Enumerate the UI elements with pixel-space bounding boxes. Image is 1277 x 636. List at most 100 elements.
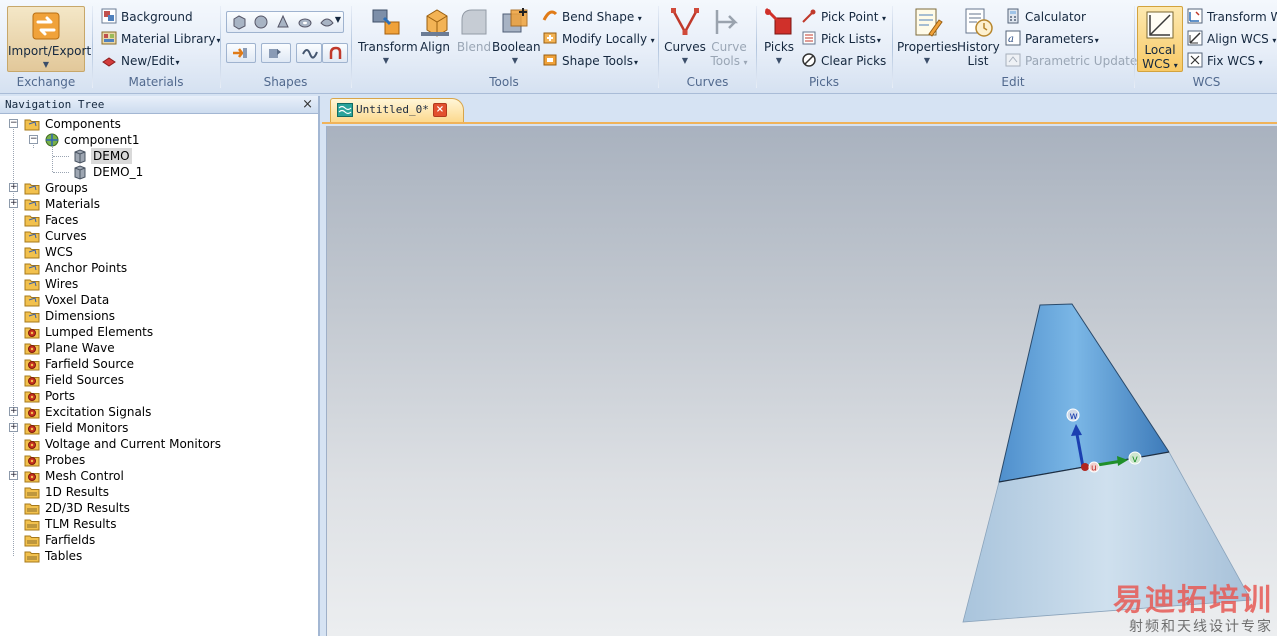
pick-point-button[interactable]: Pick Point ▾ (801, 7, 886, 27)
tree-item[interactable]: Voltage and Current Monitors (0, 436, 316, 452)
divider (92, 6, 93, 88)
tree-item[interactable]: Probes (0, 452, 316, 468)
parametric-update-button[interactable]: Parametric Update (1005, 51, 1137, 71)
close-tab-icon[interactable]: × (433, 103, 447, 117)
picks-button[interactable]: Picks ▼ (759, 6, 799, 68)
background-button[interactable]: Background (101, 7, 193, 27)
material-library-icon (101, 31, 117, 45)
fix-wcs-button[interactable]: Fix WCS ▾ (1187, 51, 1263, 71)
properties-label: Properties (897, 40, 958, 54)
local-wcs-button[interactable]: Local WCS ▾ (1137, 6, 1183, 72)
bend-shape-label: Bend Shape (562, 10, 635, 24)
tree-item[interactable]: + Excitation Signals (0, 404, 316, 420)
tree-item[interactable]: + Materials (0, 196, 316, 212)
curve-tools-button[interactable]: Curve Tools ▾ (707, 6, 751, 70)
bend-shape-button[interactable]: Bend Shape ▾ (542, 7, 642, 27)
expand-icon[interactable]: + (9, 407, 18, 416)
align-wcs-button[interactable]: Align WCS ▾ (1187, 29, 1276, 49)
tree-item-label: component1 (64, 133, 140, 147)
chevron-down-icon: ▼ (511, 56, 519, 65)
tree-item[interactable]: Field Sources (0, 372, 316, 388)
pick-lists-button[interactable]: Pick Lists▾ (801, 29, 881, 49)
folder-icon (24, 244, 40, 260)
3d-viewport[interactable]: w v u 易迪拓培训 射频和天线设计专家 (326, 126, 1277, 636)
tree-item[interactable]: Faces (0, 212, 316, 228)
loft-button[interactable] (296, 43, 322, 63)
tree-item[interactable]: Wires (0, 276, 316, 292)
close-icon[interactable]: × (302, 96, 313, 113)
tree-item[interactable]: Curves (0, 228, 316, 244)
modify-locally-button[interactable]: Modify Locally ▾ (542, 29, 655, 49)
expand-icon[interactable]: + (9, 199, 18, 208)
import-export-button[interactable]: Import/Export ▼ (7, 6, 91, 72)
tree-item[interactable]: − component1 (0, 132, 316, 148)
results-icon (24, 484, 40, 500)
tree-item[interactable]: Farfield Source (0, 356, 316, 372)
modify-locally-label: Modify Locally (562, 32, 648, 46)
watermark: 易迪拓培训 射频和天线设计专家 (1113, 584, 1273, 636)
expand-icon[interactable]: + (9, 183, 18, 192)
collapse-icon[interactable]: − (9, 119, 18, 128)
watermark-main-text: 易迪拓培训 (1113, 583, 1273, 618)
collapse-icon[interactable]: − (29, 135, 38, 144)
navigation-tree-header: Navigation Tree × (0, 96, 318, 114)
cone-upper-section[interactable] (998, 303, 1170, 483)
rotate-button[interactable] (261, 43, 291, 63)
extrude-button[interactable] (226, 43, 256, 63)
tree-item[interactable]: Anchor Points (0, 260, 316, 276)
tree-item[interactable]: Tables (0, 548, 316, 564)
material-library-button[interactable]: Material Library▾ (101, 29, 221, 49)
tree-item[interactable]: TLM Results (0, 516, 316, 532)
tree-item[interactable]: + Groups (0, 180, 316, 196)
tree-item-label: Materials (45, 197, 101, 211)
boolean-button[interactable]: Boolean ▼ (492, 6, 541, 68)
tree-item[interactable]: DEMO (0, 148, 316, 164)
tree-item[interactable]: − Components (0, 116, 316, 132)
tree-item[interactable]: + Mesh Control (0, 468, 316, 484)
background-label: Background (121, 10, 193, 24)
tab-untitled-0[interactable]: Untitled_0* × (330, 98, 464, 122)
parameters-button[interactable]: a Parameters▾ (1005, 29, 1099, 49)
transform-icon (372, 9, 400, 35)
folder-icon (24, 228, 40, 244)
cylinder-icon[interactable] (319, 14, 335, 30)
transform-wcs-button[interactable]: Transform WCS (1187, 7, 1277, 27)
sphere-icon[interactable] (253, 14, 269, 30)
properties-button[interactable]: Properties ▼ (897, 6, 958, 68)
expand-icon[interactable]: + (9, 423, 18, 432)
tree-item[interactable]: + Field Monitors (0, 420, 316, 436)
tree-item[interactable]: Plane Wave (0, 340, 316, 356)
curves-button[interactable]: Curves ▼ (663, 6, 707, 68)
align-label: Align (419, 40, 451, 54)
new-edit-button[interactable]: New/Edit▾ (101, 51, 179, 71)
tree-item[interactable]: Farfields (0, 532, 316, 548)
tree-item[interactable]: WCS (0, 244, 316, 260)
shape-tools-button[interactable]: Shape Tools▾ (542, 51, 638, 71)
tree-item-label: Faces (45, 213, 79, 227)
blend-button[interactable]: Blend (455, 6, 493, 54)
local-wcs-label-2: WCS (1142, 57, 1171, 71)
align-button[interactable]: Align (416, 6, 454, 54)
chevron-down-icon: ▼ (382, 56, 390, 65)
tab-label: Untitled_0* (356, 103, 429, 116)
tree-item[interactable]: Voxel Data (0, 292, 316, 308)
clear-picks-button[interactable]: Clear Picks (801, 51, 886, 71)
expand-icon[interactable]: + (9, 471, 18, 480)
tree-item[interactable]: Ports (0, 388, 316, 404)
brick-icon[interactable] (231, 14, 247, 30)
tree-item[interactable]: DEMO_1 (0, 164, 316, 180)
transform-button[interactable]: Transform ▼ (358, 6, 418, 68)
group-title-exchange: Exchange (16, 75, 76, 89)
calculator-button[interactable]: Calculator (1005, 7, 1086, 27)
torus-icon[interactable] (297, 14, 313, 30)
tree-item[interactable]: 2D/3D Results (0, 500, 316, 516)
fix-wcs-label: Fix WCS (1207, 54, 1256, 68)
cone-icon[interactable] (275, 14, 291, 30)
sweep-curve-button[interactable] (322, 43, 348, 63)
tree-item[interactable]: Dimensions (0, 308, 316, 324)
chevron-down-icon[interactable]: ▼ (335, 15, 341, 24)
tree-item[interactable]: Lumped Elements (0, 324, 316, 340)
history-list-button[interactable]: History List (957, 6, 1000, 68)
tree-item[interactable]: 1D Results (0, 484, 316, 500)
tree-item-label: Lumped Elements (45, 325, 154, 339)
